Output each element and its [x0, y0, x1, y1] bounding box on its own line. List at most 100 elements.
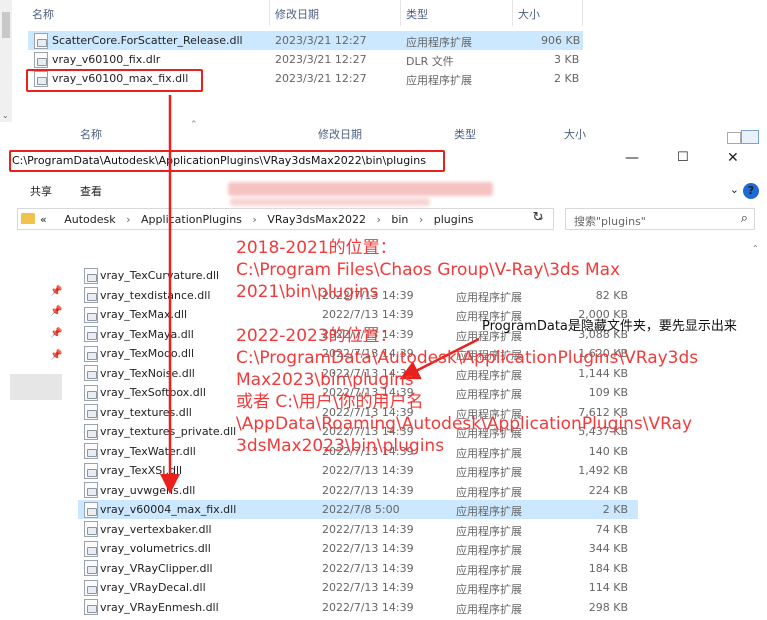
pin-icon[interactable]: 📌 [50, 350, 62, 361]
breadcrumb-item[interactable]: Autodesk [64, 213, 115, 226]
pin-icon[interactable]: 📌 [50, 328, 62, 339]
file-date: 2022/7/13 14:39 [322, 483, 414, 497]
file-name: vray_VRayDecal.dll [100, 581, 206, 594]
file-type: 应用程序扩展 [406, 36, 472, 49]
table-row[interactable]: vray_VRayDecal.dll 2022/7/13 14:39 应用程序扩展 1… [78, 578, 638, 597]
dll-file-icon [84, 482, 98, 498]
file-column-header: ⌃ 名称 修改日期 类型 大小 [76, 120, 746, 144]
file-name: vray_texdistance.dll [100, 288, 211, 302]
file-size: 74 KB [595, 522, 628, 536]
file-date: 2023/3/21 12:27 [275, 34, 367, 47]
file-name: vray_TexXSI.dll [100, 464, 183, 477]
breadcrumb-item[interactable]: VRay3dsMax2022 [267, 213, 366, 226]
file-date: 2022/7/13 14:39 [322, 561, 414, 575]
file-name: vray_textures_private.dll [100, 425, 237, 438]
help-icon[interactable]: ? [743, 183, 759, 199]
file-type: 应用程序扩展 [456, 485, 522, 499]
file-name: vray_textures.dll [100, 405, 192, 419]
redacted-area [230, 198, 430, 206]
file-name: vray_VRayClipper.dll [100, 561, 213, 575]
tab-share[interactable]: 共享 [30, 183, 52, 199]
file-type: 应用程序扩展 [456, 524, 522, 538]
pin-icon[interactable]: 📌 [50, 286, 62, 297]
scroll-down-icon[interactable]: ⌄ [2, 111, 9, 120]
folder-icon [21, 213, 35, 224]
col-date[interactable]: 修改日期 [275, 6, 319, 22]
col-name[interactable]: 名称 [80, 126, 102, 142]
maximize-button[interactable]: ☐ [677, 150, 689, 165]
file-name: vray_TexMaya.dll [100, 327, 194, 341]
file-date: 2023/3/21 12:27 [275, 53, 367, 66]
address-bar[interactable]: « Autodesk › ApplicationPlugins › VRay3d… [17, 208, 554, 230]
hidden-folder-note: ProgramData是隐藏文件夹，要先显示出来 [482, 319, 737, 334]
dll-file-icon [84, 326, 98, 342]
sort-caret-icon: ⌃ [160, 0, 168, 7]
col-name[interactable]: 名称 [32, 6, 54, 22]
table-row[interactable]: vray_TexXSI.dll 2022/7/13 14:39 应用程序扩展 1,49… [78, 461, 638, 480]
dll-file-icon [84, 384, 98, 401]
table-row[interactable]: ScatterCore.ForScatter_Release.dll 2023/… [28, 31, 583, 50]
file-size: 114 KB [588, 581, 628, 594]
chevron-down-icon[interactable]: ⌄ [730, 183, 739, 196]
search-box[interactable]: 搜索"plugins" ⌕ [565, 208, 755, 230]
dll-file-icon [84, 365, 98, 381]
dll-file-icon [84, 540, 98, 557]
table-row[interactable]: vray_v60100_fix.dlr 2023/3/21 12:27 DLR … [28, 50, 583, 69]
table-row[interactable]: vray_volumetrics.dll 2022/7/13 14:39 应用程序扩… [78, 539, 638, 558]
scroll-up-icon[interactable]: ⌃ [752, 244, 759, 253]
file-name: vray_vertexbaker.dll [100, 522, 212, 536]
top-column-header: ⌃ 名称 修改日期 类型 大小 [12, 0, 612, 26]
file-date: 2023/3/21 12:27 [275, 72, 367, 85]
file-type: DLR 文件 [406, 55, 454, 68]
top-file-pane: ⌄ ⌃ 名称 修改日期 类型 大小 ScatterCore.ForScatter… [0, 0, 767, 122]
dll-file-icon [84, 345, 98, 362]
dll-file-icon [84, 443, 98, 459]
tab-view[interactable]: 查看 [80, 183, 102, 199]
col-date[interactable]: 修改日期 [318, 126, 362, 142]
file-size: 906 KB [541, 34, 581, 47]
table-row[interactable]: vray_VRayClipper.dll 2022/7/13 14:39 应用程序扩… [78, 559, 638, 578]
col-type[interactable]: 类型 [454, 126, 476, 142]
dll-file-icon [84, 267, 98, 284]
file-scrollbar[interactable]: ⌃ [751, 244, 761, 620]
top-scrollbar[interactable]: ⌄ [0, 0, 12, 122]
search-input[interactable]: 搜索"plugins" [574, 213, 646, 229]
minimize-button[interactable]: — [625, 150, 639, 166]
table-row[interactable]: vray_vertexbaker.dll 2022/7/13 14:39 应用程序扩… [78, 520, 638, 539]
file-name: ScatterCore.ForScatter_Release.dll [52, 34, 243, 47]
top-scrollbar-thumb[interactable] [2, 12, 10, 38]
table-row[interactable]: vray_VRayEnmesh.dll 2022/7/13 14:39 应用程序扩展… [78, 598, 638, 617]
breadcrumb-item[interactable]: bin [391, 213, 408, 226]
file-name: vray_v60100_fix.dlr [52, 53, 161, 66]
file-size: 3 KB [554, 53, 580, 66]
file-date: 2022/7/13 14:39 [322, 522, 414, 536]
dll-file-icon [84, 501, 98, 518]
dll-file-icon [84, 423, 98, 440]
breadcrumb-overflow[interactable]: « [40, 213, 47, 226]
file-date: 2022/7/13 14:39 [322, 600, 414, 614]
col-type[interactable]: 类型 [406, 6, 428, 22]
file-date: 2022/7/13 14:39 [322, 542, 414, 555]
file-date: 2022/7/8 5:00 [322, 503, 400, 516]
breadcrumb-item[interactable]: plugins [434, 213, 474, 226]
dll-file-icon [84, 560, 98, 576]
file-size: 344 KB [588, 542, 628, 555]
navigation-pane: 📌 📌 📌 📌 [0, 240, 70, 620]
table-row[interactable]: vray_v60004_max_fix.dll 2022/7/8 5:00 应用程序… [78, 500, 638, 519]
sort-caret-icon: ⌃ [190, 120, 198, 130]
nav-scrollbar[interactable] [10, 374, 62, 400]
dll-file-icon [34, 32, 48, 49]
breadcrumb-item[interactable]: ApplicationPlugins [141, 213, 242, 226]
file-size: 224 KB [588, 483, 628, 497]
file-name: vray_TexWater.dll [100, 444, 196, 458]
table-row[interactable]: vray_uvwgens.dll 2022/7/13 14:39 应用程序扩展 224… [78, 481, 638, 500]
file-type: 应用程序扩展 [456, 602, 522, 616]
col-size[interactable]: 大小 [518, 6, 540, 22]
close-button[interactable]: ✕ [727, 150, 739, 166]
col-size[interactable]: 大小 [564, 126, 586, 142]
dll-file-icon [84, 287, 98, 303]
refresh-icon[interactable]: ↻ [526, 210, 550, 230]
search-icon[interactable]: ⌕ [741, 211, 748, 226]
pin-icon[interactable]: 📌 [50, 306, 62, 317]
file-name: vray_TexModo.dll [100, 347, 195, 360]
